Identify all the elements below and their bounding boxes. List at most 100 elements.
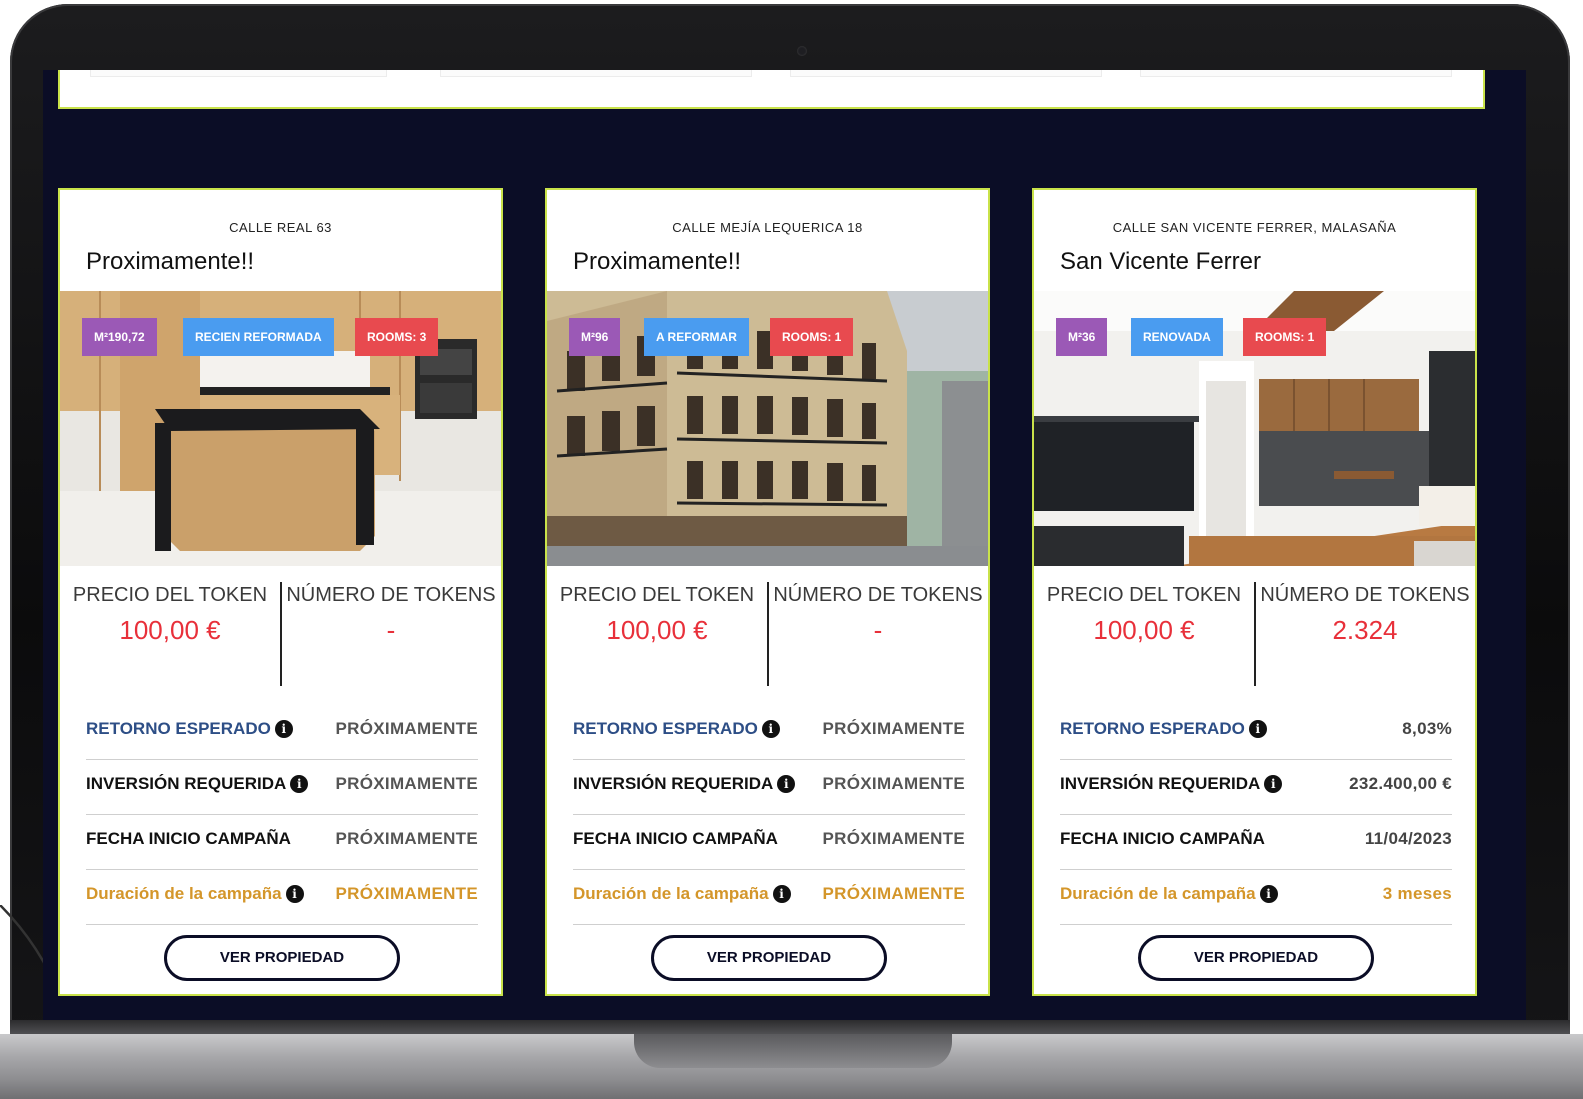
- info-icon[interactable]: i: [761, 720, 780, 738]
- info-icon[interactable]: i: [1264, 775, 1283, 793]
- inversion-value: 232.400,00 €: [1349, 774, 1452, 793]
- fecha-value: PRÓXIMAMENTE: [822, 829, 965, 848]
- token-stats: PRECIO DEL TOKEN 100,00 € NÚMERO DE TOKE…: [547, 580, 988, 686]
- property-card[interactable]: CALLE REAL 63 Proximamente!! M²190,72 RE…: [58, 188, 503, 996]
- property-details: RETORNO ESPERADO i PRÓXIMAMENTE INVERSIÓN…: [573, 705, 965, 925]
- state-badge: RECIEN REFORMADA: [183, 318, 334, 356]
- rooms-badge: ROOMS: 1: [770, 318, 854, 356]
- fecha-label: FECHA INICIO CAMPAÑA: [86, 829, 291, 848]
- detail-row-duracion: Duración de la campaña i 3 meses: [1060, 870, 1452, 925]
- token-price-value: 100,00 €: [119, 615, 221, 645]
- token-count: NÚMERO DE TOKENS -: [768, 580, 988, 646]
- property-title: Proximamente!!: [573, 248, 742, 275]
- camera-icon: [797, 46, 807, 56]
- state-badge: RENOVADA: [1131, 318, 1223, 356]
- retorno-value: PRÓXIMAMENTE: [335, 719, 478, 738]
- property-photo[interactable]: M²36 RENOVADA ROOMS: 1: [1034, 291, 1475, 566]
- view-property-button[interactable]: VER PROPIEDAD: [1138, 935, 1374, 981]
- duracion-label-text: Duración de la campaña: [86, 884, 282, 903]
- property-address: CALLE MEJÍA LEQUERICA 18: [672, 220, 863, 235]
- token-count-value: 2.324: [1332, 615, 1398, 645]
- laptop-notch: [634, 1034, 952, 1068]
- filter-bar: [58, 70, 1485, 109]
- inversion-label: INVERSIÓN REQUERIDA i: [86, 774, 309, 794]
- area-badge: M²96: [569, 318, 621, 356]
- detail-row-fecha: FECHA INICIO CAMPAÑA 11/04/2023: [1060, 815, 1452, 870]
- filter-field[interactable]: [1140, 70, 1452, 77]
- token-price-label: PRECIO DEL TOKEN: [1046, 584, 1242, 606]
- token-count: NÚMERO DE TOKENS 2.324: [1255, 580, 1475, 646]
- duracion-label: Duración de la campaña i: [1060, 884, 1278, 904]
- filter-field[interactable]: [90, 70, 387, 77]
- token-count-label: NÚMERO DE TOKENS: [286, 584, 496, 606]
- duracion-value: PRÓXIMAMENTE: [335, 884, 478, 903]
- info-icon[interactable]: i: [285, 885, 304, 903]
- retorno-label-text: RETORNO ESPERADO: [86, 719, 271, 738]
- token-count: NÚMERO DE TOKENS -: [281, 580, 501, 646]
- screen: CALLE REAL 63 Proximamente!! M²190,72 RE…: [43, 70, 1526, 1020]
- property-details: RETORNO ESPERADO i PRÓXIMAMENTE INVERSIÓN…: [86, 705, 478, 925]
- detail-row-retorno: RETORNO ESPERADO i PRÓXIMAMENTE: [573, 705, 965, 760]
- token-price-label: PRECIO DEL TOKEN: [72, 584, 268, 606]
- fecha-label: FECHA INICIO CAMPAÑA: [573, 829, 778, 848]
- info-icon[interactable]: i: [274, 720, 293, 738]
- token-price-value: 100,00 €: [606, 615, 708, 645]
- fecha-label: FECHA INICIO CAMPAÑA: [1060, 829, 1265, 848]
- property-title: Proximamente!!: [86, 248, 255, 275]
- detail-row-inversion: INVERSIÓN REQUERIDA i PRÓXIMAMENTE: [86, 760, 478, 815]
- duracion-value: PRÓXIMAMENTE: [822, 884, 965, 903]
- info-icon[interactable]: i: [1259, 885, 1278, 903]
- token-stats: PRECIO DEL TOKEN 100,00 € NÚMERO DE TOKE…: [60, 580, 501, 686]
- retorno-label: RETORNO ESPERADO i: [86, 719, 293, 739]
- detail-row-inversion: INVERSIÓN REQUERIDA i 232.400,00 €: [1060, 760, 1452, 815]
- retorno-label-text: RETORNO ESPERADO: [1060, 719, 1245, 738]
- inversion-label: INVERSIÓN REQUERIDA i: [573, 774, 796, 794]
- state-badge: A REFORMAR: [644, 318, 749, 356]
- retorno-label-text: RETORNO ESPERADO: [573, 719, 758, 738]
- filter-field[interactable]: [440, 70, 752, 77]
- view-property-button[interactable]: VER PROPIEDAD: [651, 935, 887, 981]
- duracion-value: 3 meses: [1382, 884, 1452, 903]
- detail-row-fecha: FECHA INICIO CAMPAÑA PRÓXIMAMENTE: [86, 815, 478, 870]
- detail-row-duracion: Duración de la campaña i PRÓXIMAMENTE: [573, 870, 965, 925]
- duracion-label-text: Duración de la campaña: [573, 884, 769, 903]
- token-price: PRECIO DEL TOKEN 100,00 €: [60, 580, 280, 646]
- detail-row-fecha: FECHA INICIO CAMPAÑA PRÓXIMAMENTE: [573, 815, 965, 870]
- token-count-value: -: [386, 615, 396, 645]
- property-address: CALLE REAL 63: [229, 220, 332, 235]
- inversion-label-text: INVERSIÓN REQUERIDA: [86, 774, 287, 793]
- inversion-label-text: INVERSIÓN REQUERIDA: [573, 774, 774, 793]
- token-count-label: NÚMERO DE TOKENS: [773, 584, 983, 606]
- info-icon[interactable]: i: [777, 775, 796, 793]
- detail-row-inversion: INVERSIÓN REQUERIDA i PRÓXIMAMENTE: [573, 760, 965, 815]
- filter-field[interactable]: [790, 70, 1102, 77]
- inversion-value: PRÓXIMAMENTE: [822, 774, 965, 793]
- fecha-value: PRÓXIMAMENTE: [335, 829, 478, 848]
- detail-row-duracion: Duración de la campaña i PRÓXIMAMENTE: [86, 870, 478, 925]
- info-icon[interactable]: i: [290, 775, 309, 793]
- area-badge: M²36: [1056, 318, 1108, 356]
- property-card[interactable]: CALLE MEJÍA LEQUERICA 18 Proximamente!!: [545, 188, 990, 996]
- info-icon[interactable]: i: [772, 885, 791, 903]
- inversion-value: PRÓXIMAMENTE: [335, 774, 478, 793]
- token-price: PRECIO DEL TOKEN 100,00 €: [547, 580, 767, 646]
- token-price-value: 100,00 €: [1093, 615, 1195, 645]
- view-property-button[interactable]: VER PROPIEDAD: [164, 935, 400, 981]
- token-count-label: NÚMERO DE TOKENS: [1260, 584, 1470, 606]
- token-stats: PRECIO DEL TOKEN 100,00 € NÚMERO DE TOKE…: [1034, 580, 1475, 686]
- retorno-value: 8,03%: [1402, 719, 1452, 738]
- property-photo[interactable]: M²190,72 RECIEN REFORMADA ROOMS: 3: [60, 291, 501, 566]
- token-price-label: PRECIO DEL TOKEN: [559, 584, 755, 606]
- info-icon[interactable]: i: [1248, 720, 1267, 738]
- property-title: San Vicente Ferrer: [1060, 248, 1261, 275]
- inversion-label: INVERSIÓN REQUERIDA i: [1060, 774, 1283, 794]
- property-card[interactable]: CALLE SAN VICENTE FERRER, MALASAÑA San V…: [1032, 188, 1477, 996]
- retorno-label: RETORNO ESPERADO i: [573, 719, 780, 739]
- property-photo[interactable]: M²96 A REFORMAR ROOMS: 1: [547, 291, 988, 566]
- property-details: RETORNO ESPERADO i 8,03% INVERSIÓN REQUER…: [1060, 705, 1452, 925]
- token-count-value: -: [873, 615, 883, 645]
- detail-row-retorno: RETORNO ESPERADO i PRÓXIMAMENTE: [86, 705, 478, 760]
- area-badge: M²190,72: [82, 318, 157, 356]
- property-address: CALLE SAN VICENTE FERRER, MALASAÑA: [1112, 220, 1397, 235]
- retorno-value: PRÓXIMAMENTE: [822, 719, 965, 738]
